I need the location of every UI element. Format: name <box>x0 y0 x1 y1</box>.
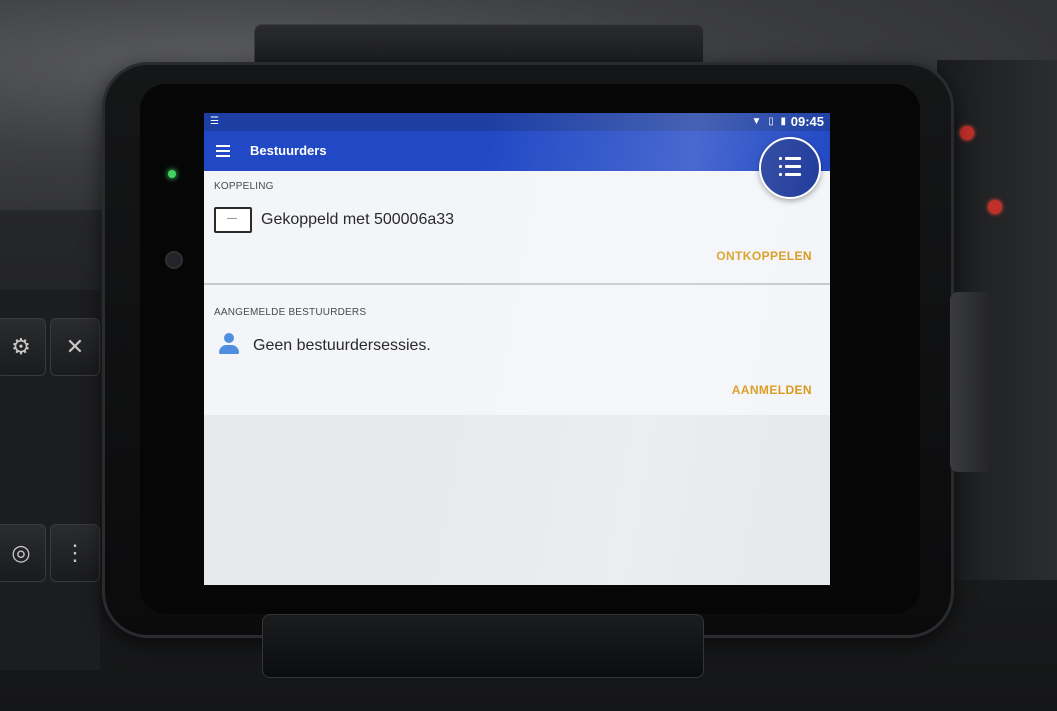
battery-icon: ▮ <box>780 116 788 127</box>
list-icon <box>779 157 801 179</box>
drivers-status-text: Geen bestuurdersessies. <box>253 337 431 354</box>
unlink-button[interactable]: ONTKOPPELEN <box>716 249 812 263</box>
dashboard-red-indicator <box>960 126 974 140</box>
notification-icon: ☰ <box>210 116 219 127</box>
coupling-status-text: Gekoppeld met 500006a33 <box>261 211 455 228</box>
status-icons: ▼ ▯ ▮ <box>752 115 789 129</box>
fab-list-button[interactable] <box>759 137 821 199</box>
dashboard-red-indicator <box>988 200 1002 214</box>
person-icon <box>218 333 240 355</box>
status-time: 09:45 <box>790 114 824 129</box>
mount-side-latch <box>950 292 992 472</box>
mount-clip-bottom <box>262 614 704 678</box>
photo-scene: ⚙ ✕ ◎ ⋮ ☰ ▼ ▯ ▮ 09:45 Bestuurders KOPPEL… <box>0 0 1057 711</box>
coupling-header: KOPPELING <box>214 181 274 192</box>
page-title: Bestuurders <box>250 143 327 158</box>
wifi-icon: ▼ <box>751 116 764 127</box>
login-button[interactable]: AANMELDEN <box>732 383 812 397</box>
drivers-section: AANGEMELDE BESTUURDERS Geen bestuurderse… <box>204 285 830 415</box>
tablet-screen: ☰ ▼ ▯ ▮ 09:45 Bestuurders KOPPELING Geko… <box>204 113 830 585</box>
front-camera <box>165 251 183 269</box>
no-sim-icon: ▯ <box>768 116 776 127</box>
dashboard-switch: ✕ <box>50 318 100 376</box>
drivers-header: AANGEMELDE BESTUURDERS <box>214 307 367 318</box>
empty-content-area <box>204 415 830 585</box>
coupling-section: KOPPELING Gekoppeld met 500006a33 ONTKOP… <box>204 171 830 285</box>
app-bar: Bestuurders <box>204 131 830 171</box>
device-icon <box>214 207 252 233</box>
dashboard-switch: ⋮ <box>50 524 100 582</box>
hamburger-menu-icon[interactable] <box>216 142 232 160</box>
dashboard-switch: ◎ <box>0 524 46 582</box>
dashboard-switch: ⚙ <box>0 318 46 376</box>
led-indicator <box>168 170 176 178</box>
status-bar: ☰ ▼ ▯ ▮ 09:45 <box>204 113 830 131</box>
